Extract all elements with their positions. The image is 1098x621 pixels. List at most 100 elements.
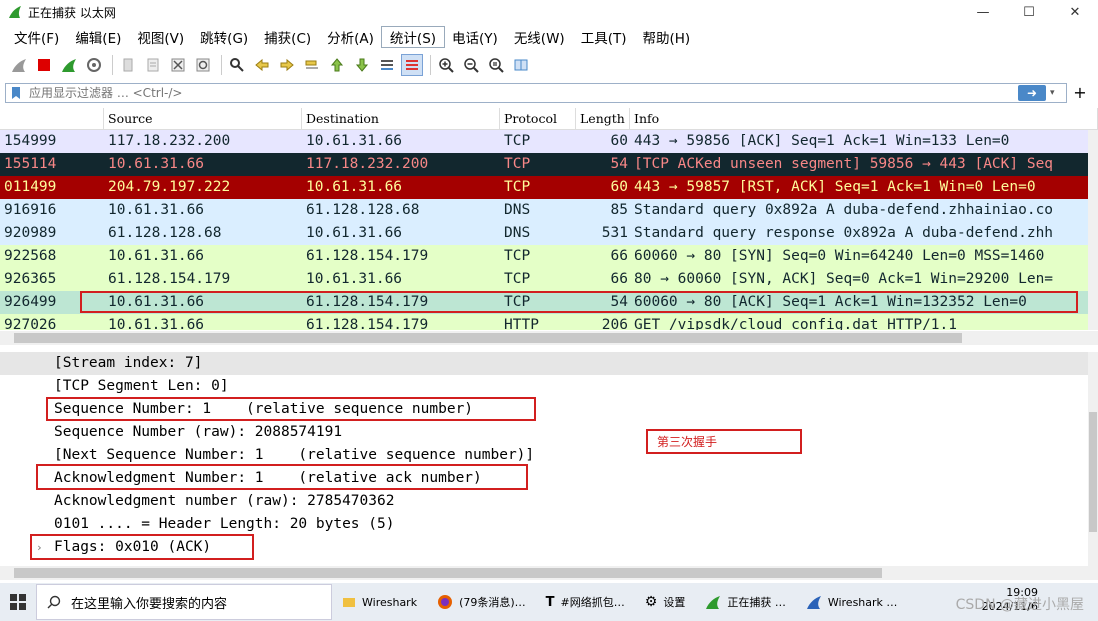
taskbar-item-folder[interactable]: Wireshark — [332, 583, 427, 621]
window-title: 正在捕获 以太网 — [28, 5, 116, 20]
autoscroll-icon[interactable] — [376, 54, 398, 76]
zoom-out-icon[interactable] — [460, 54, 482, 76]
wireshark-fin-icon — [706, 596, 721, 609]
menu-help[interactable]: 帮助(H) — [634, 27, 698, 47]
taskbar-item-label: 设置 — [663, 596, 686, 609]
packet-destination: 10.61.31.66 — [306, 271, 403, 287]
packet-source: 204.79.197.222 — [108, 179, 231, 195]
capture-options-icon[interactable] — [83, 54, 105, 76]
taskbar-item-label: Wireshark — [362, 595, 418, 609]
column-no[interactable] — [0, 108, 104, 129]
details-scrollbar-thumb[interactable] — [1089, 412, 1097, 532]
save-file-icon[interactable] — [142, 54, 164, 76]
resize-columns-icon[interactable] — [510, 54, 532, 76]
menu-wireless[interactable]: 无线(W) — [506, 27, 573, 47]
restart-capture-icon[interactable] — [58, 54, 80, 76]
packet-source: 10.61.31.66 — [108, 156, 205, 172]
display-filter-input[interactable] — [29, 86, 1018, 100]
typora-icon: T — [545, 594, 555, 610]
find-packet-icon[interactable] — [226, 54, 248, 76]
packet-row[interactable]: 927026 10.61.31.66 61.128.154.179 HTTP 206 GE… — [0, 314, 1098, 330]
packet-number: 155114 — [4, 156, 57, 172]
taskbar-item-label: 正在捕获 … — [727, 596, 786, 609]
packet-row[interactable]: 926365 61.128.154.179 10.61.31.66 TCP 66 80 →… — [0, 268, 1098, 291]
scrollbar-thumb[interactable] — [14, 333, 962, 343]
packet-protocol: TCP — [504, 271, 531, 287]
detail-row[interactable]: Sequence Number (raw): 2088574191 — [0, 421, 1088, 444]
menu-statistics[interactable]: 统计(S) — [380, 26, 446, 48]
column-info[interactable]: Info — [630, 108, 1098, 129]
packet-row[interactable]: 155114 10.61.31.66 117.18.232.200 TCP 54 [TCP… — [0, 153, 1098, 176]
menu-file[interactable]: 文件(F) — [6, 27, 67, 47]
go-last-icon[interactable] — [351, 54, 373, 76]
highlight-box-selected-packet — [80, 291, 1078, 313]
column-source[interactable]: Source — [104, 108, 302, 129]
zoom-in-icon[interactable] — [435, 54, 457, 76]
detail-row[interactable]: [Stream index: 7] — [0, 352, 1088, 375]
column-destination[interactable]: Destination — [302, 108, 500, 129]
add-filter-button[interactable]: + — [1071, 83, 1089, 103]
close-file-icon[interactable] — [167, 54, 189, 76]
zoom-normal-icon[interactable] — [485, 54, 507, 76]
display-filter-bar: ➜ ▾ — [5, 83, 1067, 103]
packet-number: 926365 — [4, 271, 57, 287]
menu-telephony[interactable]: 电话(Y) — [444, 27, 506, 47]
menu-edit[interactable]: 编辑(E) — [67, 27, 129, 47]
detail-row[interactable]: 0101 .... = Header Length: 20 bytes (5) — [0, 513, 1088, 536]
annotation-label: 第三次握手 — [657, 435, 718, 449]
taskbar-item-wireshark[interactable]: Wireshark … — [796, 583, 908, 621]
detail-row[interactable]: [TCP Segment Len: 0] — [0, 375, 1088, 398]
menu-view[interactable]: 视图(V) — [129, 27, 192, 47]
menu-tools[interactable]: 工具(T) — [573, 27, 635, 47]
column-length[interactable]: Length — [576, 108, 630, 129]
taskbar-search[interactable]: 在这里输入你要搜索的内容 — [36, 584, 332, 620]
bookmark-icon[interactable] — [9, 86, 23, 100]
packet-list-horizontal-scrollbar[interactable] — [0, 331, 1098, 345]
packet-row[interactable]: 922568 10.61.31.66 61.128.154.179 TCP 66 6006… — [0, 245, 1098, 268]
packet-row[interactable]: 920989 61.128.128.68 10.61.31.66 DNS 531 Stan… — [0, 222, 1098, 245]
column-protocol[interactable]: Protocol — [500, 108, 576, 129]
close-button[interactable]: ✕ — [1052, 0, 1098, 24]
menu-capture[interactable]: 捕获(C) — [256, 27, 319, 47]
menu-bar: 文件(F) 编辑(E) 视图(V) 跳转(G) 捕获(C) 分析(A) 统计(S… — [0, 24, 1098, 50]
go-back-icon[interactable] — [251, 54, 273, 76]
folder-icon — [343, 598, 355, 607]
windows-start-icon[interactable] — [0, 583, 36, 621]
menu-go[interactable]: 跳转(G) — [192, 27, 256, 47]
packet-list-vertical-scrollbar[interactable] — [1088, 130, 1098, 330]
detail-row[interactable]: Acknowledgment number (raw): 2785470362 — [0, 490, 1088, 513]
go-first-icon[interactable] — [326, 54, 348, 76]
taskbar-item-firefox[interactable]: (79条消息)… — [427, 583, 536, 621]
packet-info: 443 → 59857 [RST, ACK] Seq=1 Ack=1 Win=0… — [634, 179, 1036, 195]
highlight-box-sequence-number — [46, 397, 536, 421]
packet-destination: 61.128.154.179 — [306, 248, 429, 264]
packet-row[interactable]: 916916 10.61.31.66 61.128.128.68 DNS 85 Stand… — [0, 199, 1098, 222]
maximize-button[interactable]: ☐ — [1006, 0, 1052, 24]
packet-length: 60 — [610, 133, 628, 149]
packet-protocol: TCP — [504, 133, 531, 149]
details-hscroll-thumb[interactable] — [14, 568, 882, 578]
packet-number: 916916 — [4, 202, 57, 218]
packet-info: 80 → 60060 [SYN, ACK] Seq=0 Ack=1 Win=29… — [634, 271, 1054, 287]
colorize-icon[interactable] — [401, 54, 423, 76]
reload-file-icon[interactable] — [192, 54, 214, 76]
packet-row[interactable]: 011499 204.79.197.222 10.61.31.66 TCP 60 443 … — [0, 176, 1098, 199]
start-capture-icon[interactable] — [8, 54, 30, 76]
open-file-icon[interactable] — [117, 54, 139, 76]
go-forward-icon[interactable] — [276, 54, 298, 76]
taskbar-item-settings[interactable]: ⚙ 设置 — [635, 583, 696, 621]
menu-analyze[interactable]: 分析(A) — [319, 27, 382, 47]
minimize-button[interactable]: — — [960, 0, 1006, 24]
filter-history-dropdown[interactable]: ▾ — [1050, 88, 1062, 98]
packet-source: 117.18.232.200 — [108, 133, 231, 149]
taskbar-item-typora[interactable]: T #网络抓包… — [536, 583, 635, 621]
apply-filter-button[interactable]: ➜ — [1018, 85, 1046, 101]
packet-destination: 10.61.31.66 — [306, 225, 403, 241]
stop-capture-icon[interactable] — [33, 54, 55, 76]
taskbar-item-capturing[interactable]: 正在捕获 … — [695, 583, 796, 621]
go-to-packet-icon[interactable] — [301, 54, 323, 76]
packet-length: 206 — [601, 317, 628, 330]
packet-source: 10.61.31.66 — [108, 317, 205, 330]
firefox-icon — [438, 595, 453, 609]
packet-row[interactable]: 154999 117.18.232.200 10.61.31.66 TCP 60 443 … — [0, 130, 1098, 153]
